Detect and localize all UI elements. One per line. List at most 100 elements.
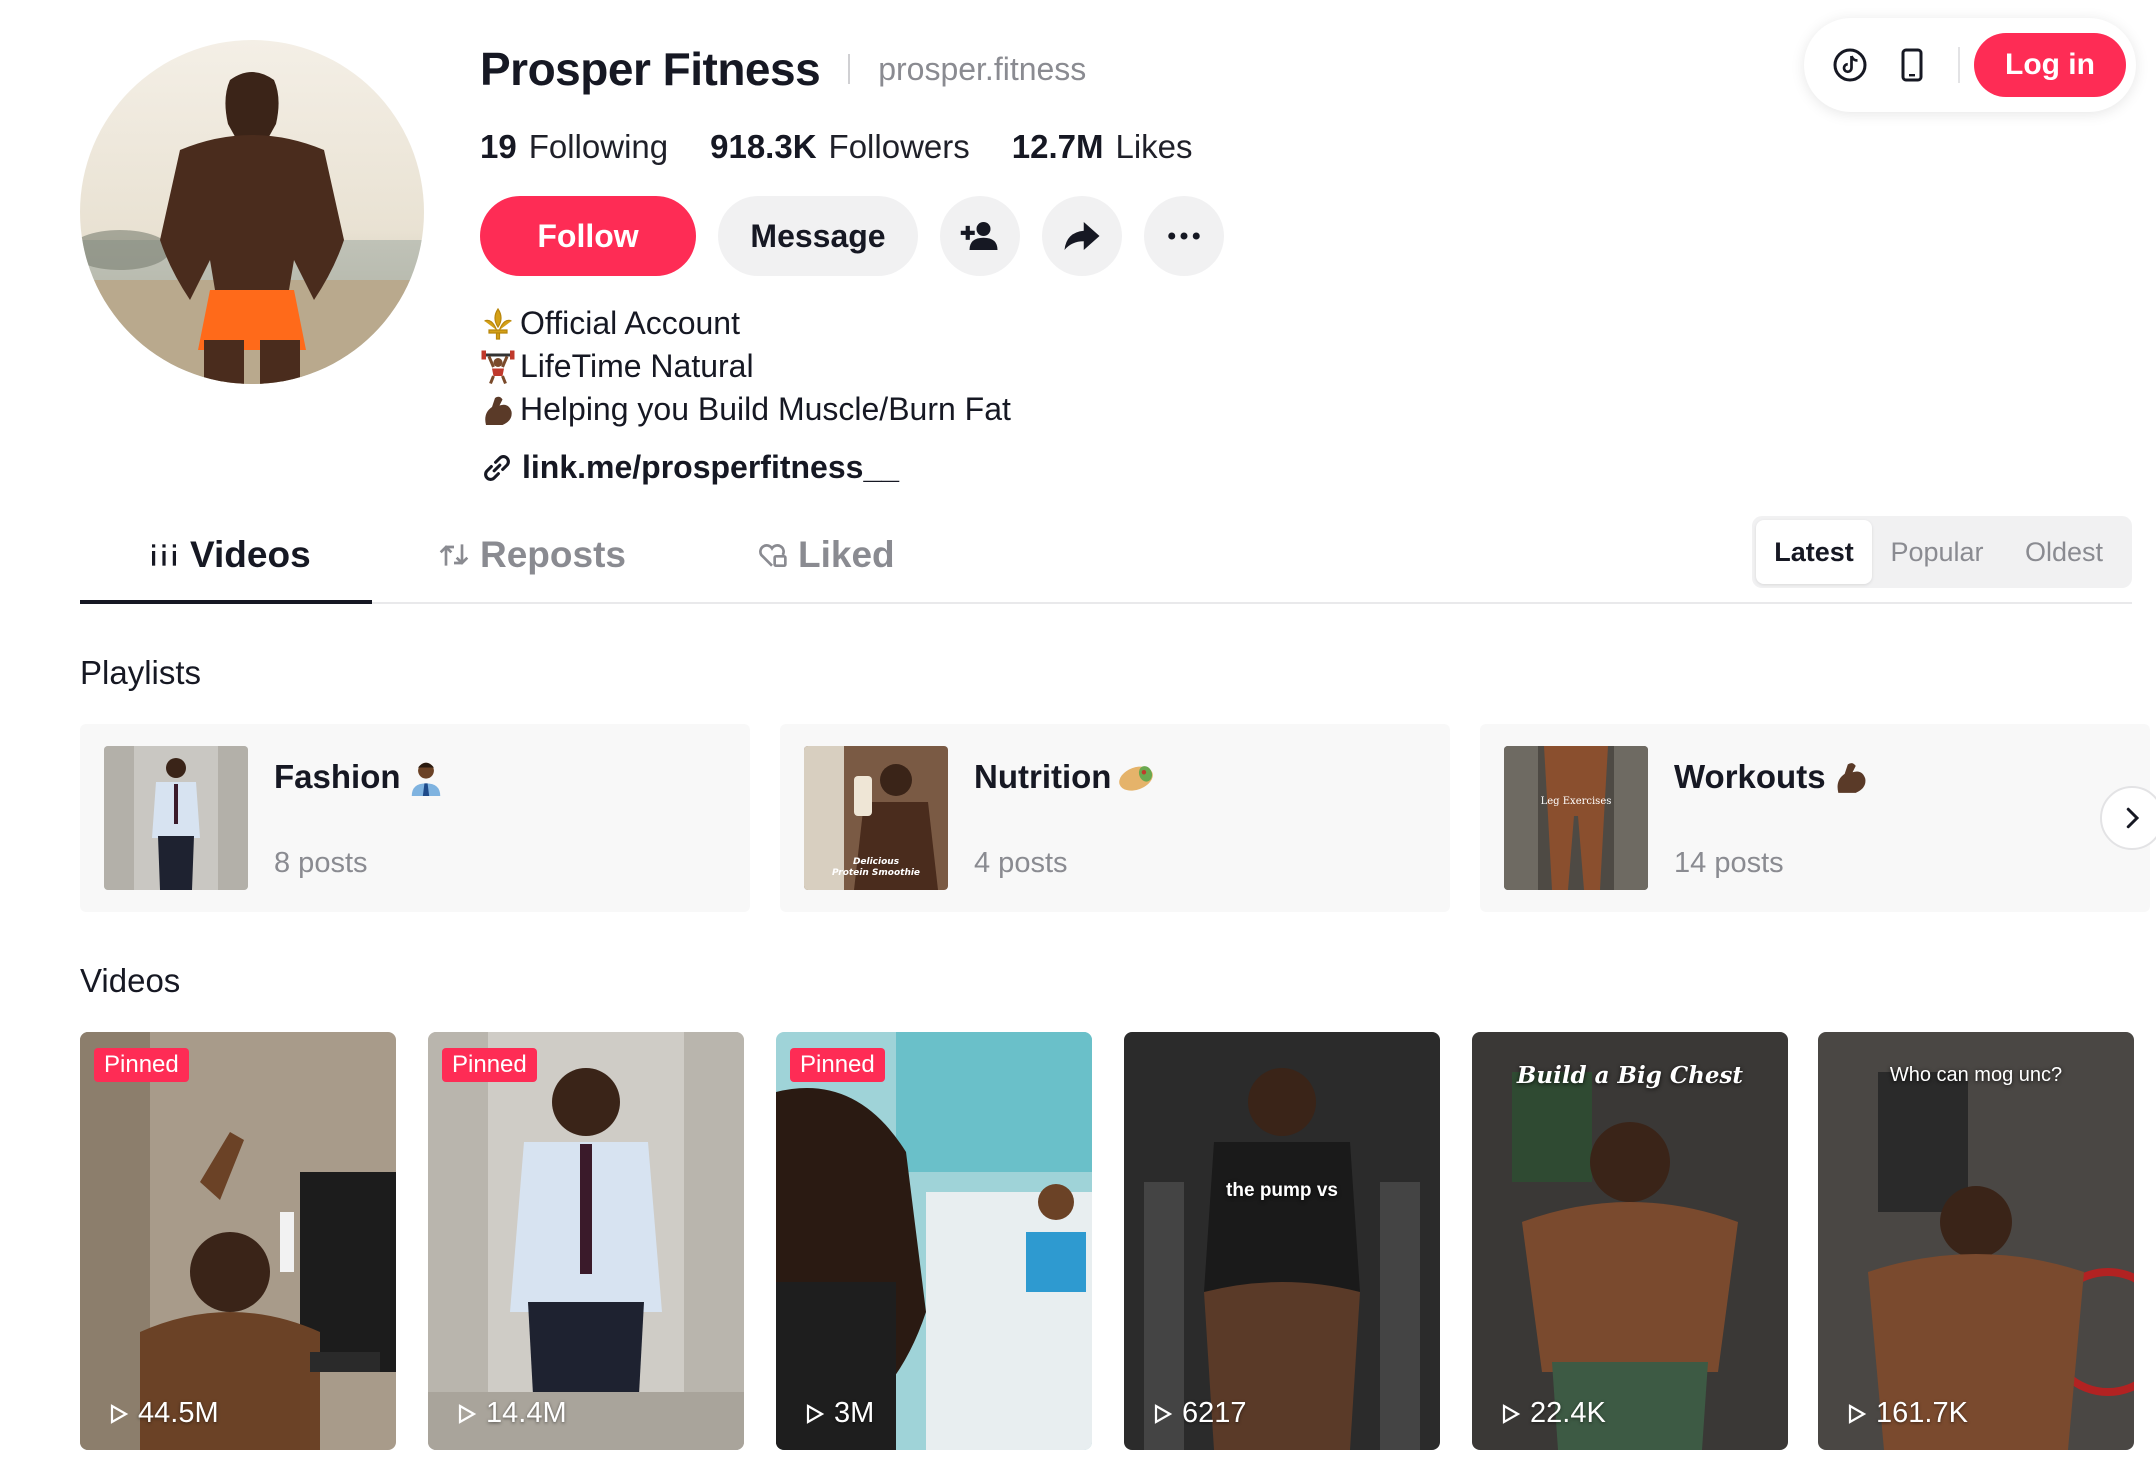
sort-toggle: Latest Popular Oldest bbox=[1752, 516, 2132, 588]
pinned-badge: Pinned bbox=[790, 1048, 885, 1082]
view-count: 44.5M bbox=[106, 1397, 219, 1430]
name-row: Prosper Fitness prosper.fitness bbox=[480, 36, 1680, 102]
chevron-right-icon bbox=[2126, 807, 2140, 829]
more-options-button[interactable] bbox=[1144, 196, 1224, 276]
share-button[interactable] bbox=[1042, 196, 1122, 276]
view-count-text: 6217 bbox=[1182, 1397, 1247, 1429]
tiktok-icon bbox=[1833, 48, 1867, 82]
tab-liked[interactable]: Liked bbox=[756, 508, 895, 602]
active-tab-indicator bbox=[80, 600, 372, 604]
stat-label: Likes bbox=[1115, 128, 1193, 165]
flexed-biceps-icon bbox=[1837, 763, 1866, 793]
playlist-text: Nutrition 4 posts bbox=[974, 746, 1155, 890]
playlist-thumbnail: Delicious Protein Smoothie bbox=[804, 746, 948, 890]
profile-handle: prosper.fitness bbox=[878, 50, 1087, 87]
office-worker-icon bbox=[411, 762, 440, 796]
playlists-row: Fashion 8 posts Delicious Protein Smooth… bbox=[80, 724, 2156, 912]
tab-videos[interactable]: Videos bbox=[148, 508, 311, 602]
burrito-icon bbox=[1119, 766, 1154, 791]
heart-lock-icon bbox=[759, 544, 787, 567]
view-count: 14.4M bbox=[454, 1397, 567, 1430]
video-card[interactable]: Pinned 14.4M bbox=[428, 1032, 744, 1450]
playlist-count: 14 posts bbox=[1674, 847, 1784, 879]
play-icon bbox=[458, 1403, 477, 1424]
video-card[interactable]: Build a Big Chest 22.4K bbox=[1472, 1032, 1788, 1450]
sort-latest[interactable]: Latest bbox=[1756, 520, 1872, 584]
view-count-text: 44.5M bbox=[138, 1397, 219, 1429]
bio-text: Helping you Build Muscle/Burn Fat bbox=[520, 391, 1011, 427]
playlist-count: 8 posts bbox=[274, 847, 368, 879]
playlist-title-text: Fashion bbox=[274, 758, 401, 795]
more-icon bbox=[1168, 232, 1200, 240]
playlist-title: Workouts bbox=[1674, 758, 1870, 796]
top-divider bbox=[1958, 47, 1960, 83]
stat-following[interactable]: 19 Following bbox=[480, 128, 668, 166]
video-overlay-text: Build a Big Chest bbox=[1516, 1062, 1744, 1089]
repost-icon bbox=[439, 544, 469, 566]
playlist-count: 4 posts bbox=[974, 847, 1068, 879]
playlist-card[interactable]: Fashion 8 posts bbox=[80, 724, 750, 912]
add-friend-button[interactable] bbox=[940, 196, 1020, 276]
playlist-text: Workouts 14 posts bbox=[1674, 746, 1870, 890]
view-count-text: 22.4K bbox=[1530, 1397, 1606, 1429]
playlist-thumbnail: Leg Exercises bbox=[1504, 746, 1648, 890]
video-thumbnail bbox=[776, 1032, 1092, 1450]
login-button[interactable]: Log in bbox=[1974, 33, 2126, 97]
link-icon bbox=[484, 454, 510, 481]
playlist-text: Fashion 8 posts bbox=[274, 746, 445, 890]
bio-line: Official Account bbox=[480, 302, 1680, 345]
profile-link[interactable]: link.me/prosperfitness__ bbox=[480, 449, 1680, 486]
stat-followers[interactable]: 918.3K Followers bbox=[710, 128, 970, 166]
view-count-text: 14.4M bbox=[486, 1397, 567, 1429]
svg-text:Protein Smoothie: Protein Smoothie bbox=[832, 868, 920, 878]
profile-bio: Official Account LifeTime Natural Helpin… bbox=[480, 302, 1680, 431]
video-thumbnail bbox=[80, 1032, 396, 1450]
weightlifter-icon bbox=[480, 349, 516, 385]
bio-line: Helping you Build Muscle/Burn Fat bbox=[480, 388, 1680, 431]
view-count: 3M bbox=[802, 1397, 874, 1430]
svg-text:Leg Exercises: Leg Exercises bbox=[1541, 796, 1612, 807]
playlist-title: Fashion bbox=[274, 758, 445, 796]
video-overlay-text: the pump vs bbox=[1226, 1180, 1338, 1201]
tab-reposts[interactable]: Reposts bbox=[438, 508, 626, 602]
bio-text: Official Account bbox=[520, 305, 740, 341]
videos-heading: Videos bbox=[80, 962, 181, 999]
video-overlay-text: Who can mog unc? bbox=[1889, 1064, 2063, 1086]
play-icon bbox=[110, 1403, 129, 1424]
tiktok-coins-button[interactable] bbox=[1830, 45, 1870, 85]
playlist-title-text: Workouts bbox=[1674, 758, 1826, 795]
video-card[interactable]: Who can mog unc? 161.7K bbox=[1818, 1032, 2134, 1450]
stat-value: 19 bbox=[480, 128, 517, 165]
video-thumbnail bbox=[1124, 1032, 1440, 1450]
profile-actions: Follow Message bbox=[480, 196, 1680, 276]
get-app-button[interactable] bbox=[1892, 45, 1932, 85]
stat-value: 12.7M bbox=[1011, 128, 1104, 165]
sort-popular[interactable]: Popular bbox=[1872, 520, 2002, 584]
playlists-heading: Playlists bbox=[80, 654, 202, 691]
profile-avatar[interactable] bbox=[80, 40, 424, 384]
name-divider bbox=[848, 54, 851, 84]
phone-icon bbox=[1901, 48, 1923, 82]
video-thumbnail bbox=[428, 1032, 744, 1450]
avatar-image bbox=[80, 40, 424, 384]
sort-oldest[interactable]: Oldest bbox=[2002, 520, 2126, 584]
svg-text:Delicious: Delicious bbox=[853, 857, 900, 867]
stat-likes: 12.7M Likes bbox=[1012, 128, 1193, 166]
playlist-card[interactable]: Delicious Protein Smoothie Nutrition 4 p… bbox=[780, 724, 1450, 912]
pinned-badge: Pinned bbox=[442, 1048, 537, 1082]
playlist-card[interactable]: Leg Exercises Workouts 14 posts bbox=[1480, 724, 2150, 912]
play-icon bbox=[1848, 1403, 1867, 1424]
view-count-text: 3M bbox=[834, 1397, 875, 1429]
grid-icon bbox=[152, 544, 176, 566]
video-card[interactable]: Pinned 44.5M bbox=[80, 1032, 396, 1450]
pinned-badge: Pinned bbox=[94, 1048, 189, 1082]
video-card[interactable]: the pump vs 6217 bbox=[1124, 1032, 1440, 1450]
profile-info: Prosper Fitness prosper.fitness 19 Follo… bbox=[480, 36, 1680, 486]
view-count: 161.7K bbox=[1844, 1397, 1968, 1430]
playlist-next-button[interactable] bbox=[2100, 786, 2156, 850]
follow-button[interactable]: Follow bbox=[480, 196, 696, 276]
message-button[interactable]: Message bbox=[718, 196, 918, 276]
video-card[interactable]: Pinned 3M bbox=[776, 1032, 1092, 1450]
view-count-text: 161.7K bbox=[1876, 1397, 1968, 1429]
tab-label: Liked bbox=[798, 534, 895, 575]
